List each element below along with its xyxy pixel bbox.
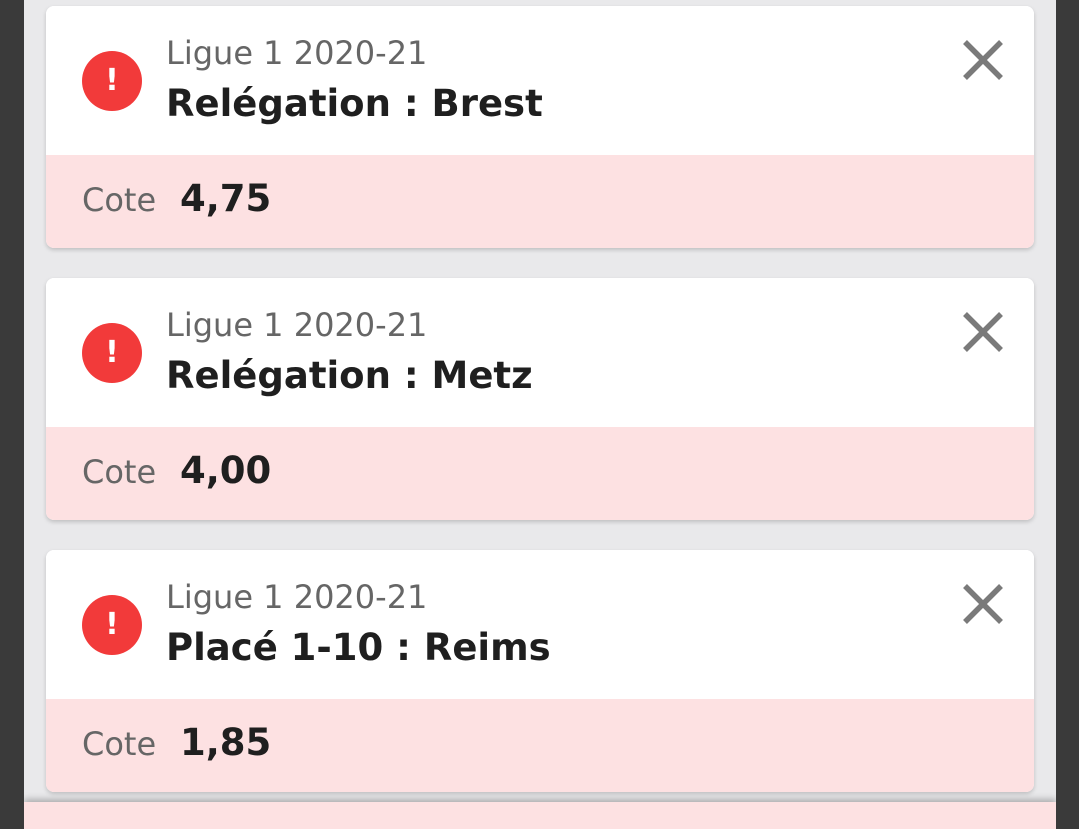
close-icon [963, 312, 1003, 352]
bet-selection-header: ! Ligue 1 2020-21 Relégation : Brest [46, 6, 1034, 155]
alert-icon: ! [82, 51, 142, 111]
alert-icon: ! [82, 595, 142, 655]
market-selection: Relégation : Brest [166, 82, 543, 125]
bet-selection-card: ! Ligue 1 2020-21 Relégation : Brest Cot… [46, 6, 1034, 248]
odds-label: Cote [82, 181, 157, 219]
odds-label: Cote [82, 453, 157, 491]
odds-value: 4,00 [180, 449, 272, 492]
remove-selection-button[interactable] [956, 577, 1010, 631]
bet-slip-panel: ! Ligue 1 2020-21 Relégation : Brest Cot… [24, 0, 1056, 829]
bet-selection-header: ! Ligue 1 2020-21 Relégation : Metz [46, 278, 1034, 427]
odds-value: 1,85 [180, 721, 272, 764]
league-name: Ligue 1 2020-21 [166, 306, 428, 344]
odds-row: Cote 4,75 [46, 155, 1034, 248]
remove-selection-button[interactable] [956, 33, 1010, 87]
market-selection: Placé 1-10 : Reims [166, 626, 551, 669]
bet-selection-card: ! Ligue 1 2020-21 Placé 1-10 : Reims Cot… [46, 550, 1034, 792]
odds-value: 4,75 [180, 177, 272, 220]
odds-row: Cote 1,85 [46, 699, 1034, 792]
league-name: Ligue 1 2020-21 [166, 34, 428, 72]
bet-selection-card: ! Ligue 1 2020-21 Relégation : Metz Cote… [46, 278, 1034, 520]
remove-selection-button[interactable] [956, 305, 1010, 359]
bet-slip-footer [24, 802, 1056, 829]
market-selection: Relégation : Metz [166, 354, 533, 397]
close-icon [963, 40, 1003, 80]
league-name: Ligue 1 2020-21 [166, 578, 428, 616]
alert-icon: ! [82, 323, 142, 383]
odds-row: Cote 4,00 [46, 427, 1034, 520]
odds-label: Cote [82, 725, 157, 763]
bet-selection-header: ! Ligue 1 2020-21 Placé 1-10 : Reims [46, 550, 1034, 699]
close-icon [963, 584, 1003, 624]
